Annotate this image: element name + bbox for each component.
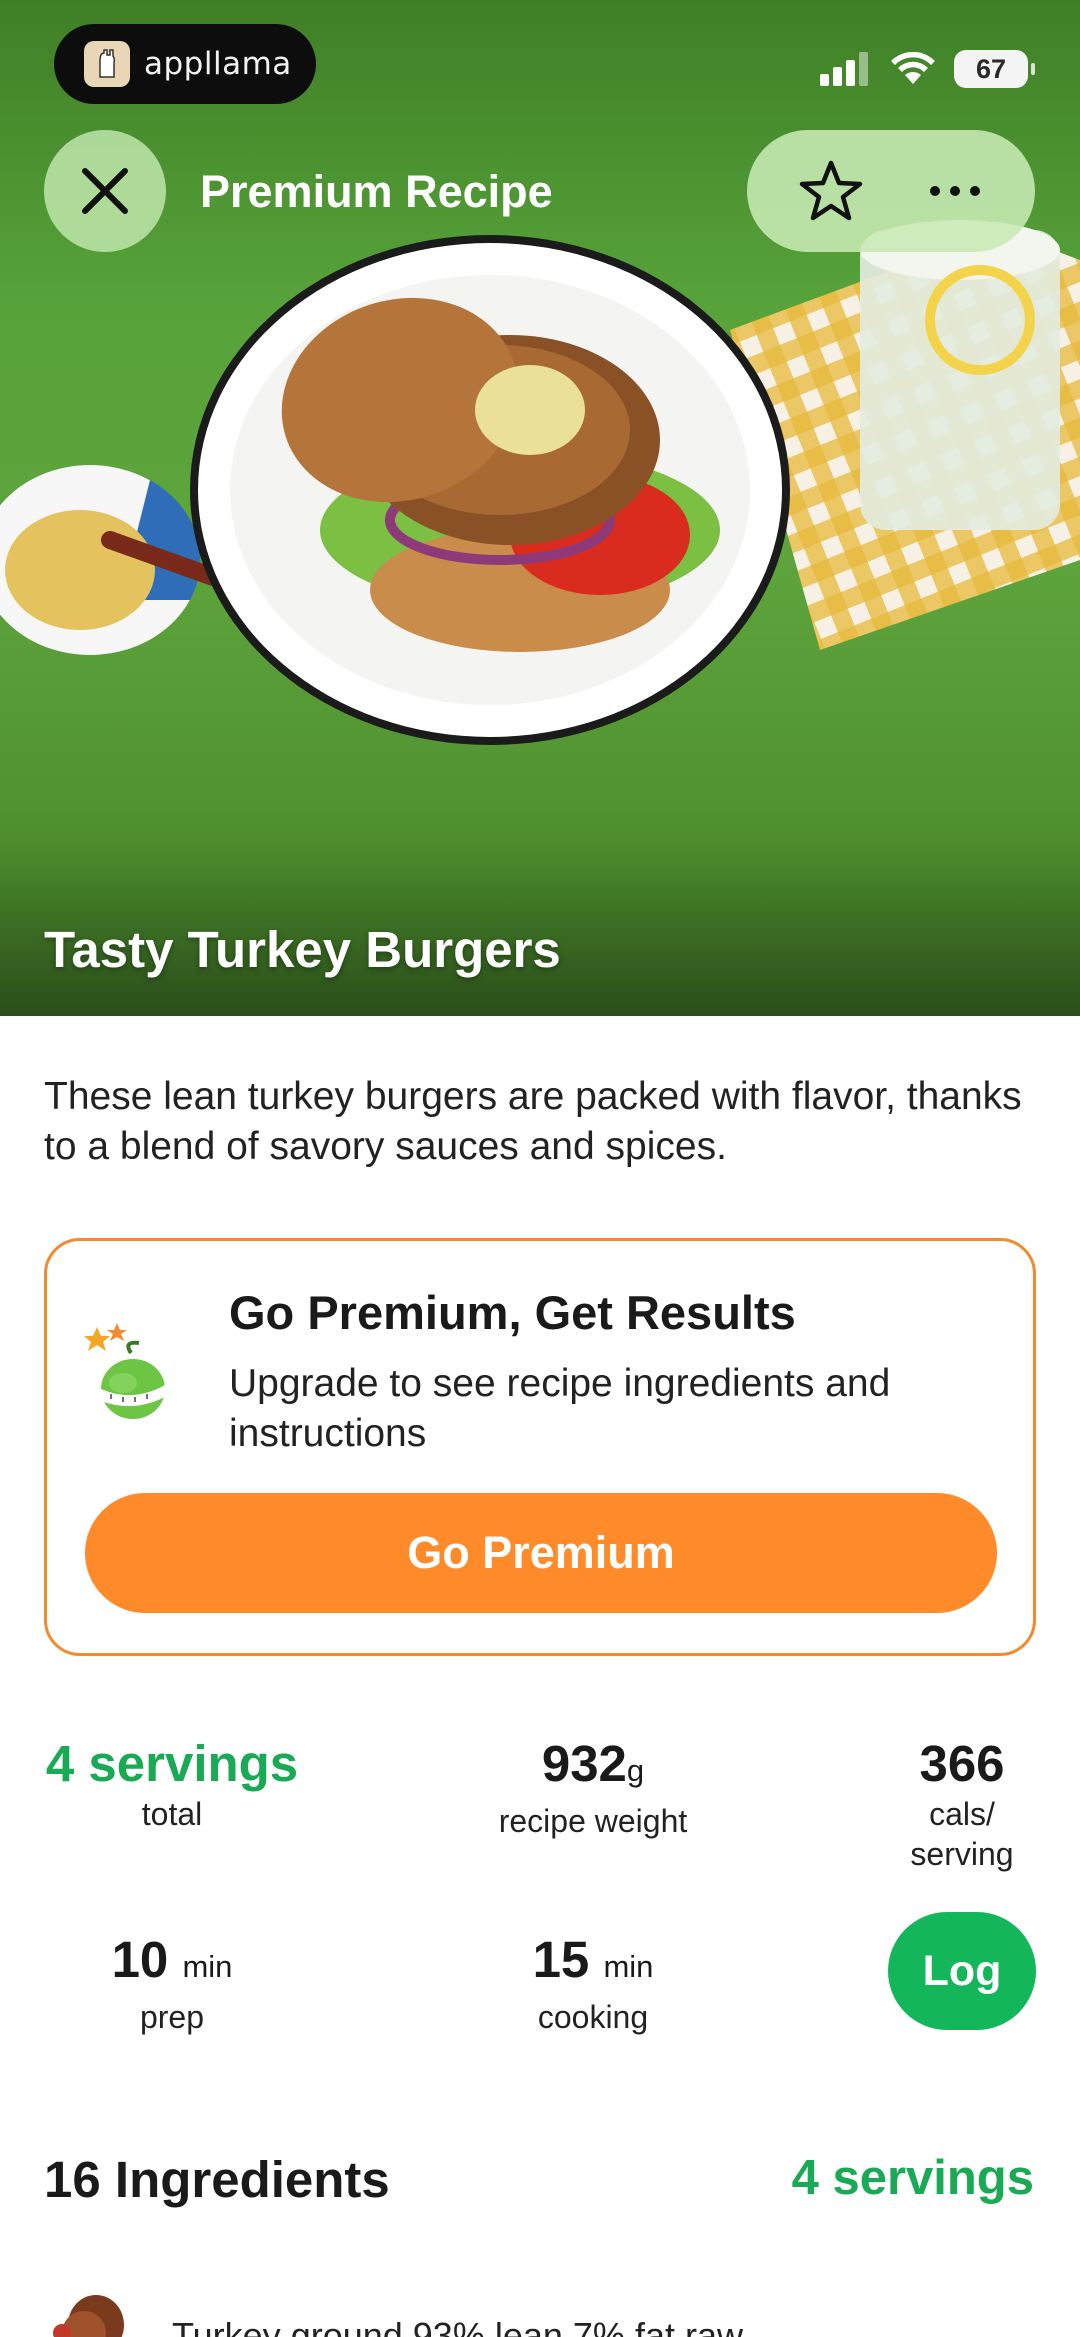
hero-image: appllama 67 Premium Recipe Tasty Turkey	[0, 0, 1080, 1016]
page-title: Premium Recipe	[200, 166, 553, 217]
prep-stat: 10 min prep	[44, 1930, 300, 2037]
servings-label: total	[141, 1796, 203, 1832]
calories-value: 366	[919, 1735, 1005, 1792]
weight-label: recipe weight	[498, 1803, 688, 1839]
recipe-description: These lean turkey burgers are packed wit…	[44, 1075, 1022, 1168]
wifi-icon	[891, 52, 935, 84]
prep-label: prep	[139, 1999, 205, 2035]
apple-measure-icon	[84, 1323, 165, 1419]
signal-icon	[820, 52, 868, 86]
cooking-stat: 15 min cooking	[450, 1930, 736, 2037]
calories-label-1: cals/	[929, 1796, 995, 1832]
log-button[interactable]: Log	[888, 1912, 1036, 2030]
servings-stat: 4 servings total	[44, 1734, 300, 1834]
close-button[interactable]	[44, 130, 166, 252]
calories-label-2: serving	[910, 1836, 1014, 1872]
cook-value: 15	[532, 1931, 590, 1988]
star-icon[interactable]	[798, 158, 864, 224]
promo-title: Go Premium, Get Results	[229, 1286, 796, 1339]
status-icons: 67	[820, 50, 1035, 88]
ingredient-item: Turkey ground 93% lean 7% fat raw	[44, 2285, 1044, 2337]
prep-value: 10	[111, 1931, 169, 1988]
weight-unit: g	[626, 1753, 645, 1788]
ingredient-name: Turkey ground 93% lean 7% fat raw	[172, 2315, 743, 2337]
header-actions	[747, 130, 1035, 252]
ingredients-servings-selector[interactable]: 4 servings	[792, 2150, 1034, 2206]
weight-stat: 932g recipe weight	[450, 1734, 736, 1841]
battery-indicator: 67	[954, 50, 1035, 88]
prep-unit: min	[182, 1949, 233, 1984]
app-switch-pill[interactable]: appllama	[54, 24, 316, 104]
more-options-icon[interactable]	[925, 181, 985, 201]
go-premium-button[interactable]: Go Premium	[85, 1493, 997, 1613]
close-icon	[82, 168, 128, 214]
servings-value: 4 servings	[45, 1735, 299, 1792]
promo-subtitle: Upgrade to see recipe ingredients and in…	[229, 1362, 891, 1455]
recipe-name: Tasty Turkey Burgers	[44, 921, 561, 978]
ingredients-title: 16 Ingredients	[44, 2151, 390, 2208]
calories-stat: 366 cals/ serving	[874, 1734, 1050, 1874]
cook-unit: min	[603, 1949, 654, 1984]
cook-label: cooking	[537, 1999, 649, 2035]
weight-value: 932	[541, 1735, 627, 1792]
app-name: appllama	[144, 46, 292, 82]
premium-promo-card: Go Premium, Get Results Upgrade to see r…	[44, 1238, 1036, 1656]
turkey-icon	[53, 2295, 124, 2337]
llama-logo-icon	[84, 41, 130, 87]
